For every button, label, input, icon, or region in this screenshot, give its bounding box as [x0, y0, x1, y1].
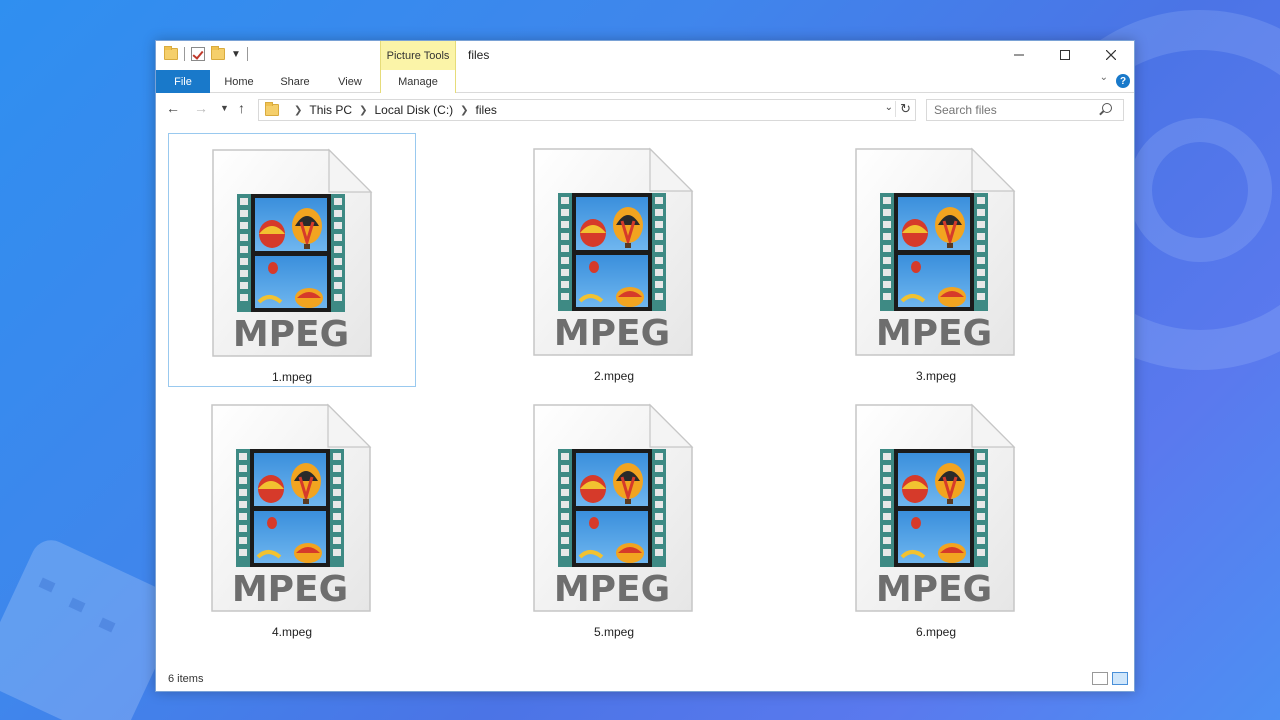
chevron-right-icon[interactable]: ❯: [294, 105, 302, 116]
mpeg-file-icon: MPEG: [212, 148, 373, 357]
maximize-button[interactable]: [1042, 41, 1088, 69]
file-list: MPEG 1.mpeg MPEG 2.mpeg MPEG 3.mpeg MPEG…: [156, 127, 1134, 667]
file-explorer-window: ▼ Picture Tools files File Home Share Vi…: [155, 40, 1135, 692]
details-view-icon[interactable]: [1092, 672, 1108, 685]
properties-icon[interactable]: [191, 47, 205, 61]
ribbon-tabs: File Home Share View Manage ⌄ ?: [156, 70, 1134, 93]
search-icon: [1102, 103, 1112, 113]
tab-manage[interactable]: Manage: [380, 70, 456, 93]
address-bar[interactable]: ❯ This PC ❯ Local Disk (C:) ❯ files ⌄ ↻: [258, 99, 916, 121]
status-bar: 6 items: [156, 667, 1134, 691]
address-dropdown-icon[interactable]: ⌄: [885, 102, 893, 113]
quick-access-toolbar: ▼: [164, 46, 248, 61]
file-type-label: MPEG: [876, 569, 992, 610]
refresh-icon[interactable]: ↻: [895, 101, 911, 117]
file-item[interactable]: MPEG 6.mpeg: [812, 389, 1060, 643]
breadcrumb-local-disk[interactable]: Local Disk (C:): [374, 103, 453, 117]
mpeg-file-icon: MPEG: [855, 403, 1016, 612]
divider: [246, 47, 248, 61]
folder-icon: [265, 102, 279, 116]
new-folder-icon[interactable]: [211, 46, 225, 60]
mpeg-file-icon: MPEG: [533, 403, 694, 612]
minimize-icon: [1014, 54, 1024, 56]
tab-share[interactable]: Share: [274, 70, 316, 93]
file-type-label: MPEG: [554, 313, 670, 354]
maximize-icon: [1060, 50, 1070, 60]
file-item[interactable]: MPEG 5.mpeg: [490, 389, 738, 643]
ribbon-expand-icon[interactable]: ⌄: [1100, 72, 1108, 83]
mpeg-file-icon: MPEG: [533, 147, 694, 356]
up-arrow-icon[interactable]: ↑: [238, 100, 245, 116]
mpeg-file-icon: MPEG: [211, 403, 372, 612]
window-title: files: [468, 48, 490, 62]
folder-icon[interactable]: [164, 46, 178, 60]
file-name: 3.mpeg: [915, 369, 957, 383]
title-bar: ▼ Picture Tools files: [156, 41, 1134, 71]
file-name: 1.mpeg: [271, 370, 313, 384]
minimize-button[interactable]: [996, 41, 1042, 69]
file-name: 5.mpeg: [593, 625, 635, 639]
chevron-right-icon[interactable]: ❯: [460, 105, 468, 116]
file-name: 4.mpeg: [271, 625, 313, 639]
help-icon[interactable]: ?: [1116, 74, 1130, 88]
file-item[interactable]: MPEG 4.mpeg: [168, 389, 416, 643]
search-input[interactable]: [926, 99, 1124, 121]
tab-home[interactable]: Home: [218, 70, 260, 93]
mpeg-file-icon: MPEG: [855, 147, 1016, 356]
file-type-label: MPEG: [233, 314, 349, 355]
tab-view[interactable]: View: [330, 70, 370, 93]
large-icons-view-icon[interactable]: [1112, 672, 1128, 685]
file-name: 6.mpeg: [915, 625, 957, 639]
forward-arrow-icon[interactable]: →: [194, 100, 208, 116]
close-button[interactable]: [1088, 41, 1134, 69]
breadcrumb-this-pc[interactable]: This PC: [309, 103, 352, 117]
tab-file[interactable]: File: [156, 70, 210, 93]
customize-dropdown-icon[interactable]: ▼: [231, 49, 241, 60]
file-item[interactable]: MPEG 1.mpeg: [168, 133, 416, 387]
recent-locations-dropdown-icon[interactable]: ▼: [220, 103, 229, 113]
breadcrumb-files[interactable]: files: [476, 103, 497, 117]
picture-tools-context-tab: Picture Tools: [380, 41, 456, 71]
chevron-right-icon[interactable]: ❯: [359, 105, 367, 116]
file-type-label: MPEG: [554, 569, 670, 610]
file-type-label: MPEG: [876, 313, 992, 354]
file-item[interactable]: MPEG 3.mpeg: [812, 133, 1060, 387]
close-icon: [1106, 50, 1116, 60]
window-controls: [996, 41, 1134, 69]
item-count: 6 items: [168, 673, 204, 685]
file-type-label: MPEG: [232, 569, 348, 610]
file-item[interactable]: MPEG 2.mpeg: [490, 133, 738, 387]
navigation-bar: ← → ▼ ↑ ❯ This PC ❯ Local Disk (C:) ❯ fi…: [156, 94, 1134, 126]
divider: [184, 47, 185, 61]
file-name: 2.mpeg: [593, 369, 635, 383]
back-arrow-icon[interactable]: ←: [166, 100, 180, 116]
